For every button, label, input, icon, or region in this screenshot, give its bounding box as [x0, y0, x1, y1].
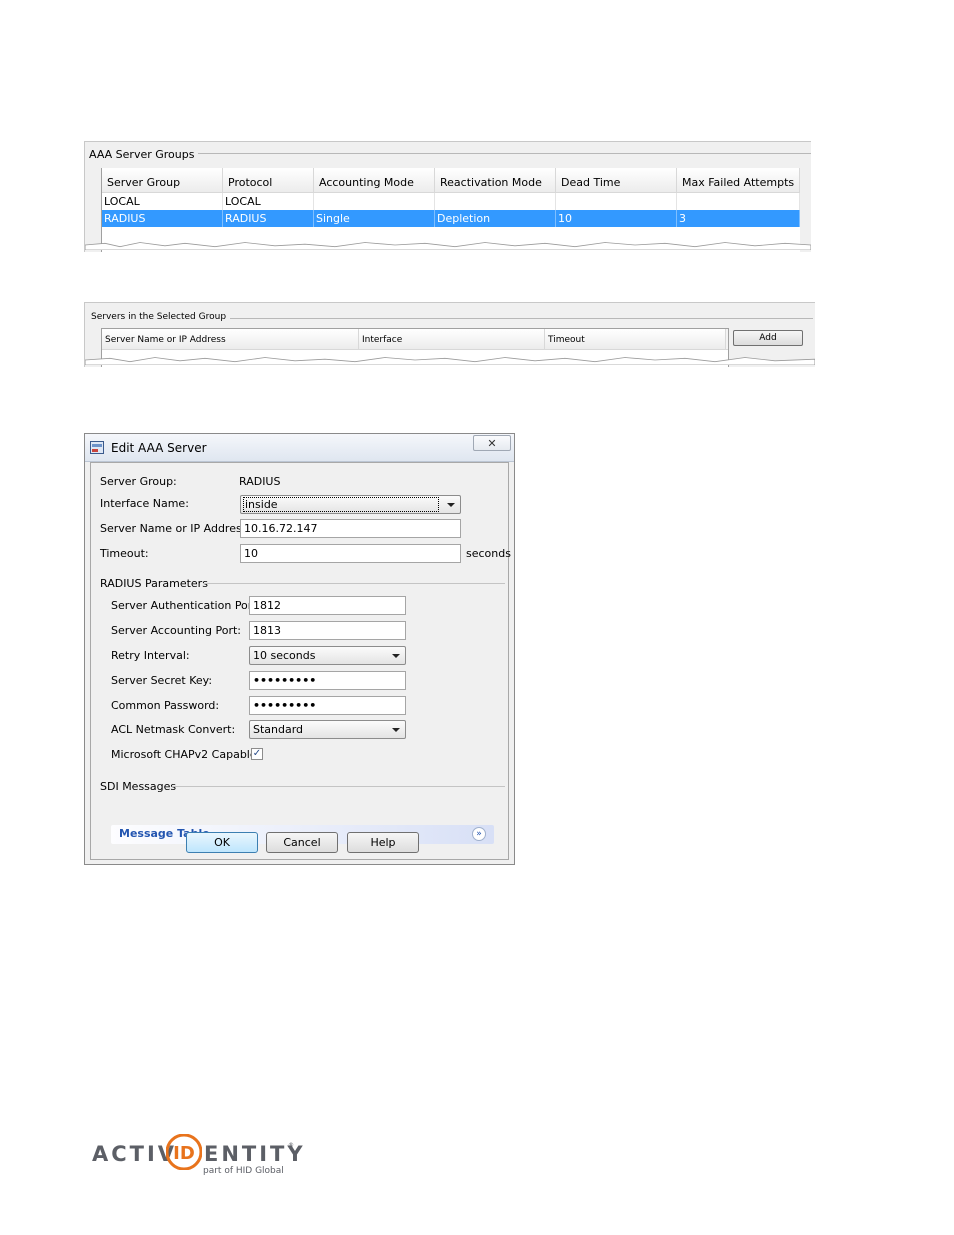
column-header-accounting-mode[interactable]: Accounting Mode [314, 168, 435, 192]
table-cell: Single [314, 210, 435, 227]
server-name-label: Server Name or IP Address: [100, 522, 252, 535]
table-row-selected[interactable]: RADIUS RADIUS Single Depletion 10 3 [102, 210, 800, 227]
acl-netmask-label: ACL Netmask Convert: [111, 723, 236, 736]
column-header-max-failed-attempts[interactable]: Max Failed Attempts [677, 168, 800, 192]
table-cell: 3 [677, 210, 800, 227]
chapv2-label: Microsoft CHAPv2 Capable: [111, 748, 261, 761]
aaa-server-groups-title: AAA Server Groups [89, 148, 199, 161]
common-password-label: Common Password: [111, 699, 220, 712]
logo-tagline: part of HID Global [203, 1166, 284, 1176]
table-row[interactable]: LOCAL LOCAL [102, 193, 800, 210]
table-cell: RADIUS [102, 210, 223, 227]
retry-interval-value: 10 seconds [253, 649, 316, 662]
torn-edge [85, 242, 811, 250]
aaa-server-groups-panel: AAA Server Groups Server Group Protocol … [84, 141, 811, 252]
server-group-value: RADIUS [239, 475, 281, 488]
table-cell: LOCAL [223, 193, 314, 210]
servers-group-title: Servers in the Selected Group [91, 312, 231, 322]
column-header-dead-time[interactable]: Dead Time [556, 168, 677, 192]
radius-parameters-heading: RADIUS Parameters [100, 577, 208, 590]
retry-interval-label: Retry Interval: [111, 649, 190, 662]
group-divider [185, 153, 811, 154]
auth-port-field[interactable]: 1812 [249, 596, 406, 615]
table-cell: RADIUS [223, 210, 314, 227]
logo-registered-mark: ® [288, 1142, 294, 1149]
timeout-unit: seconds [466, 547, 511, 560]
acl-netmask-value: Standard [253, 723, 304, 736]
timeout-label: Timeout: [100, 547, 149, 560]
expand-icon[interactable]: » [472, 827, 486, 841]
section-divider [172, 786, 505, 787]
logo-text-activ: ACTIV [92, 1142, 178, 1166]
checkmark-icon: ✓ [252, 748, 262, 759]
section-divider [203, 583, 505, 584]
edit-aaa-server-dialog: Edit AAA Server ✕ Server Group: RADIUS I… [84, 433, 515, 865]
column-header-interface[interactable]: Interface [359, 329, 545, 349]
dialog-titlebar[interactable]: Edit AAA Server ✕ [85, 434, 514, 462]
column-header-timeout[interactable]: Timeout [545, 329, 726, 349]
table-cell: 10 [556, 210, 677, 227]
acct-port-field[interactable]: 1813 [249, 621, 406, 640]
close-button[interactable]: ✕ [473, 435, 511, 451]
column-header-server-name[interactable]: Server Name or IP Address [102, 329, 359, 349]
add-server-button[interactable]: Add [733, 330, 803, 346]
chevron-down-icon [392, 654, 400, 658]
common-password-field[interactable]: ••••••••• [249, 696, 406, 715]
chevron-down-icon [392, 728, 400, 732]
interface-name-value: inside [243, 497, 439, 512]
cancel-button[interactable]: Cancel [266, 832, 338, 853]
acct-port-label: Server Accounting Port: [111, 624, 242, 637]
secret-key-field[interactable]: ••••••••• [249, 671, 406, 690]
table-cell [677, 193, 800, 210]
table-cell [314, 193, 435, 210]
auth-port-label: Server Authentication Port: [111, 599, 261, 612]
ok-button[interactable]: OK [186, 832, 258, 853]
chapv2-checkbox[interactable]: ✓ [251, 748, 263, 760]
dialog-body: Server Group: RADIUS Interface Name: ins… [90, 462, 511, 860]
dialog-title: Edit AAA Server [111, 441, 207, 455]
group-divider [213, 318, 813, 319]
app-icon [90, 441, 104, 454]
server-group-label: Server Group: [100, 475, 177, 488]
servers-in-group-panel: Servers in the Selected Group Server Nam… [84, 302, 815, 367]
interface-name-select[interactable]: inside [240, 495, 461, 514]
server-name-field[interactable]: 10.16.72.147 [240, 519, 461, 538]
table-cell: Depletion [435, 210, 556, 227]
retry-interval-select[interactable]: 10 seconds [249, 646, 406, 665]
column-header-protocol[interactable]: Protocol [223, 168, 314, 192]
table-header: Server Group Protocol Accounting Mode Re… [102, 168, 800, 193]
secret-key-label: Server Secret Key: [111, 674, 213, 687]
column-header-reactivation-mode[interactable]: Reactivation Mode [435, 168, 556, 192]
actividentity-logo: ACTIV ID ENTITY ® part of HID Global [92, 1134, 303, 1178]
table-cell: LOCAL [102, 193, 223, 210]
torn-edge [85, 357, 815, 365]
logo-text-id: ID [173, 1143, 195, 1164]
logo-id-mark: ID [166, 1134, 202, 1170]
sdi-messages-heading: SDI Messages [100, 780, 177, 793]
column-header-server-group[interactable]: Server Group [102, 168, 223, 192]
table-cell [435, 193, 556, 210]
acl-netmask-select[interactable]: Standard [249, 720, 406, 739]
interface-name-label: Interface Name: [100, 497, 189, 510]
table-header: Server Name or IP Address Interface Time… [102, 329, 728, 350]
timeout-field[interactable]: 10 [240, 544, 461, 563]
chevron-down-icon [447, 503, 455, 507]
help-button[interactable]: Help [347, 832, 419, 853]
table-cell [556, 193, 677, 210]
